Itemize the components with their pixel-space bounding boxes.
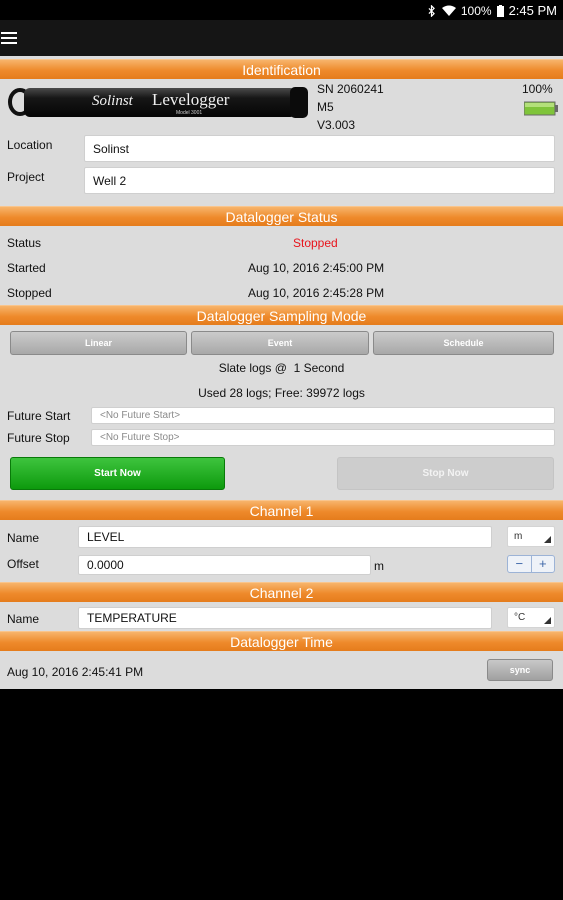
stopped-label: Stopped [7,286,52,300]
started-label: Started [7,261,46,275]
identification-header: Identification [0,59,563,79]
datalogger-time-value: Aug 10, 2016 2:45:41 PM [7,665,144,679]
project-field[interactable]: Well 2 [84,167,555,194]
location-field[interactable]: Solinst [84,135,555,162]
log-usage-text: Used 28 logs; Free: 39972 logs [198,386,365,400]
dropdown-arrow-icon [544,536,551,543]
status-label: Status [7,236,42,250]
future-stop-label: Future Stop [7,431,70,445]
channel2-unit-select[interactable]: °C [507,607,555,628]
system-status-bar: 100% 2:45 PM [0,0,563,20]
logger-battery-percent: 100% [522,82,553,96]
project-label: Project [7,170,45,184]
start-now-button[interactable]: Start Now [10,457,225,490]
model-text: M5 [317,100,334,114]
sync-button[interactable]: sync [487,659,553,681]
battery-percent-text: 100% [460,3,492,18]
menu-icon[interactable] [1,32,17,44]
started-value: Aug 10, 2016 2:45:00 PM [248,261,385,275]
decrement-button[interactable]: − [508,556,532,572]
channel2-header: Channel 2 [0,582,563,602]
status-icons: 100% 2:45 PM [426,3,557,18]
logger-battery-icon [524,101,558,116]
future-stop-field[interactable]: <No Future Stop> [91,429,555,446]
logo-brand: Solinst [92,93,134,109]
phone-battery-icon [496,4,504,17]
tab-linear[interactable]: Linear [10,331,187,355]
channel1-offset-label: Offset [7,557,39,571]
tab-event[interactable]: Event [191,331,369,355]
channel1-unit-select[interactable]: m [507,526,555,547]
stop-now-button[interactable]: Stop Now [337,457,554,490]
datalogger-status-header: Datalogger Status [0,206,563,226]
offset-stepper[interactable]: − + [507,555,555,573]
bluetooth-icon [428,4,435,17]
channel2-name-field[interactable]: TEMPERATURE [78,607,492,629]
firmware-version: V3.003 [317,118,356,132]
slate-logs-text: Slate logs @ 1 Second [218,361,345,375]
app-bar [0,20,563,56]
sampling-mode-header: Datalogger Sampling Mode [0,305,563,325]
dropdown-arrow-icon [544,617,551,624]
increment-button[interactable]: + [532,556,555,572]
serial-number: SN 2060241 [317,82,384,96]
channel1-name-field[interactable]: LEVEL [78,526,492,548]
levelogger-device-image: Solinst Levelogger Model 3001 [8,87,308,118]
main-content: Identification Solinst Levelogger Model … [0,56,563,689]
channel1-offset-field[interactable]: 0.0000 [78,555,371,575]
tab-schedule[interactable]: Schedule [373,331,554,355]
future-start-field[interactable]: <No Future Start> [91,407,555,424]
channel1-name-label: Name [7,531,40,545]
future-start-label: Future Start [7,409,71,423]
channel1-offset-unit: m [374,559,384,573]
channel1-unit-value: m [514,531,523,542]
status-value: Stopped [293,236,338,250]
channel1-header: Channel 1 [0,500,563,520]
clock-text: 2:45 PM [508,3,557,18]
location-label: Location [7,138,53,152]
channel2-unit-value: °C [514,612,526,623]
logo-product: Levelogger [152,90,230,109]
wifi-icon [441,5,456,16]
channel2-name-label: Name [7,612,40,626]
stopped-value: Aug 10, 2016 2:45:28 PM [248,286,385,300]
logo-model: Model 3001 [176,110,202,116]
datalogger-time-header: Datalogger Time [0,631,563,651]
